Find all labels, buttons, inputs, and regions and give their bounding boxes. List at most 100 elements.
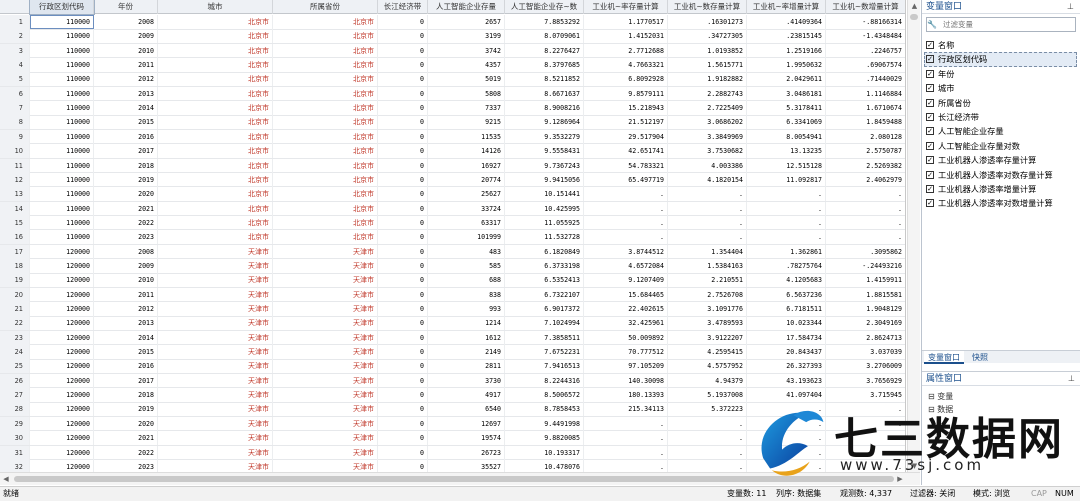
- table-cell[interactable]: .16301273: [668, 15, 747, 29]
- table-cell[interactable]: 天津市: [158, 287, 273, 302]
- table-cell[interactable]: 6.9017372: [505, 302, 584, 316]
- row-number[interactable]: 6: [0, 86, 30, 101]
- table-cell[interactable]: 北京市: [158, 215, 273, 230]
- table-cell[interactable]: 2015: [94, 345, 158, 360]
- row-number[interactable]: 18: [0, 258, 30, 273]
- table-cell[interactable]: .: [584, 431, 668, 446]
- table-cell[interactable]: 北京市: [158, 43, 273, 58]
- table-cell[interactable]: .69067574: [826, 58, 905, 72]
- table-cell[interactable]: 0: [378, 416, 428, 431]
- table-cell[interactable]: 2.3049169: [826, 316, 905, 330]
- scroll-up-icon[interactable]: ▲: [908, 0, 921, 12]
- table-cell[interactable]: 120000: [30, 330, 94, 345]
- table-cell[interactable]: .41409364: [747, 15, 826, 29]
- table-cell[interactable]: 120000: [30, 273, 94, 288]
- table-cell[interactable]: 11.092817: [747, 172, 826, 187]
- table-cell[interactable]: 11.055925: [505, 215, 584, 230]
- table-cell[interactable]: 2.080128: [826, 130, 905, 144]
- select-all-checkbox[interactable]: ✓: [926, 41, 934, 49]
- variable-item[interactable]: ✓ 工业机器人渗透率对数存量计算: [924, 168, 1077, 182]
- table-cell[interactable]: 7.3858511: [505, 330, 584, 345]
- row-number[interactable]: 9: [0, 129, 30, 144]
- table-cell[interactable]: 天津市: [273, 244, 378, 259]
- table-cell[interactable]: 12.515128: [747, 158, 826, 173]
- variable-checkbox[interactable]: ✓: [926, 156, 934, 165]
- table-cell[interactable]: 0: [378, 244, 428, 259]
- table-cell[interactable]: 1214: [428, 316, 505, 331]
- table-cell[interactable]: .23815145: [747, 29, 826, 44]
- table-cell[interactable]: 0: [378, 273, 428, 288]
- table-cell[interactable]: 19574: [428, 431, 505, 446]
- table-cell[interactable]: 2.4062979: [826, 173, 905, 187]
- table-cell[interactable]: 21.512197: [584, 115, 668, 130]
- table-cell[interactable]: 0: [378, 359, 428, 374]
- table-cell[interactable]: .: [584, 230, 668, 245]
- table-cell[interactable]: 2020: [94, 187, 158, 202]
- table-row[interactable]: 7 110000 2014 北京市 北京市 0 7337 8.9008216 15.218943…: [0, 101, 905, 116]
- table-cell[interactable]: 2008: [94, 15, 158, 29]
- table-cell[interactable]: 0: [378, 187, 428, 202]
- table-cell[interactable]: .71440029: [826, 72, 905, 86]
- table-cell[interactable]: 北京市: [273, 72, 378, 87]
- table-row[interactable]: 19 120000 2010 天津市 天津市 0 688 6.5352413 9.1207409…: [0, 273, 905, 288]
- row-number[interactable]: 1: [0, 15, 30, 29]
- table-cell[interactable]: 天津市: [158, 445, 273, 460]
- table-cell[interactable]: 0: [378, 230, 428, 245]
- table-cell[interactable]: 6.1820849: [505, 244, 584, 259]
- table-cell[interactable]: 120000: [30, 416, 94, 431]
- table-cell[interactable]: 2.2882743: [668, 86, 747, 101]
- table-cell[interactable]: 120000: [30, 316, 94, 331]
- table-cell[interactable]: .: [826, 230, 905, 244]
- table-cell[interactable]: 北京市: [158, 29, 273, 44]
- table-cell[interactable]: 2.7225409: [668, 101, 747, 116]
- variable-item[interactable]: ✓ 工业机器人渗透率存量计算: [924, 153, 1077, 167]
- table-cell[interactable]: 110000: [30, 101, 94, 116]
- table-cell[interactable]: 2013: [94, 86, 158, 101]
- table-cell[interactable]: 2012: [94, 72, 158, 87]
- table-cell[interactable]: 1.8815581: [826, 288, 905, 302]
- variable-list-header[interactable]: ✓ 名称: [924, 38, 1077, 52]
- table-cell[interactable]: 7.6752231: [505, 345, 584, 360]
- table-cell[interactable]: 北京市: [158, 101, 273, 116]
- table-cell[interactable]: 天津市: [158, 402, 273, 417]
- table-cell[interactable]: 0: [378, 302, 428, 316]
- table-cell[interactable]: 110000: [30, 115, 94, 130]
- table-cell[interactable]: 天津市: [158, 244, 273, 259]
- table-cell[interactable]: 120000: [30, 258, 94, 273]
- row-number[interactable]: 21: [0, 302, 30, 316]
- table-cell[interactable]: 120000: [30, 244, 94, 259]
- table-cell[interactable]: 838: [428, 287, 505, 302]
- table-cell[interactable]: 0: [378, 287, 428, 302]
- variable-item[interactable]: ✓ 城市: [924, 81, 1077, 95]
- row-number[interactable]: 10: [0, 144, 30, 159]
- row-number[interactable]: 14: [0, 201, 30, 216]
- table-cell[interactable]: 2015: [94, 115, 158, 130]
- table-cell[interactable]: 3.2706009: [826, 359, 905, 373]
- table-row[interactable]: 20 120000 2011 天津市 天津市 0 838 6.7322107 15.684465…: [0, 287, 905, 303]
- table-cell[interactable]: 110000: [30, 201, 94, 216]
- table-cell[interactable]: 120000: [30, 373, 94, 388]
- table-cell[interactable]: 北京市: [273, 86, 378, 101]
- table-cell[interactable]: 0: [378, 330, 428, 345]
- table-cell[interactable]: .: [747, 230, 826, 245]
- table-cell[interactable]: 2019: [94, 172, 158, 187]
- table-cell[interactable]: 180.13393: [584, 388, 668, 403]
- table-cell[interactable]: 0: [378, 316, 428, 331]
- table-cell[interactable]: 1.5615771: [668, 58, 747, 73]
- table-cell[interactable]: 天津市: [273, 316, 378, 331]
- table-cell[interactable]: 1.362861: [747, 244, 826, 259]
- table-cell[interactable]: 2020: [94, 416, 158, 431]
- table-cell[interactable]: 北京市: [158, 15, 273, 29]
- table-cell[interactable]: 483: [428, 244, 505, 259]
- table-cell[interactable]: .: [584, 416, 668, 431]
- table-cell[interactable]: 6.7181511: [747, 302, 826, 316]
- table-cell[interactable]: 3.8744512: [584, 244, 668, 259]
- table-cell[interactable]: 天津市: [273, 431, 378, 446]
- table-cell[interactable]: 北京市: [273, 187, 378, 202]
- table-cell[interactable]: 10.023344: [747, 316, 826, 331]
- table-cell[interactable]: 1.0193852: [668, 43, 747, 58]
- table-cell[interactable]: .: [668, 187, 747, 202]
- table-cell[interactable]: 8.5211852: [505, 72, 584, 87]
- table-cell[interactable]: 0: [378, 43, 428, 58]
- table-row[interactable]: 16 110000 2023 北京市 北京市 0 101999 11.532728....: [0, 230, 905, 245]
